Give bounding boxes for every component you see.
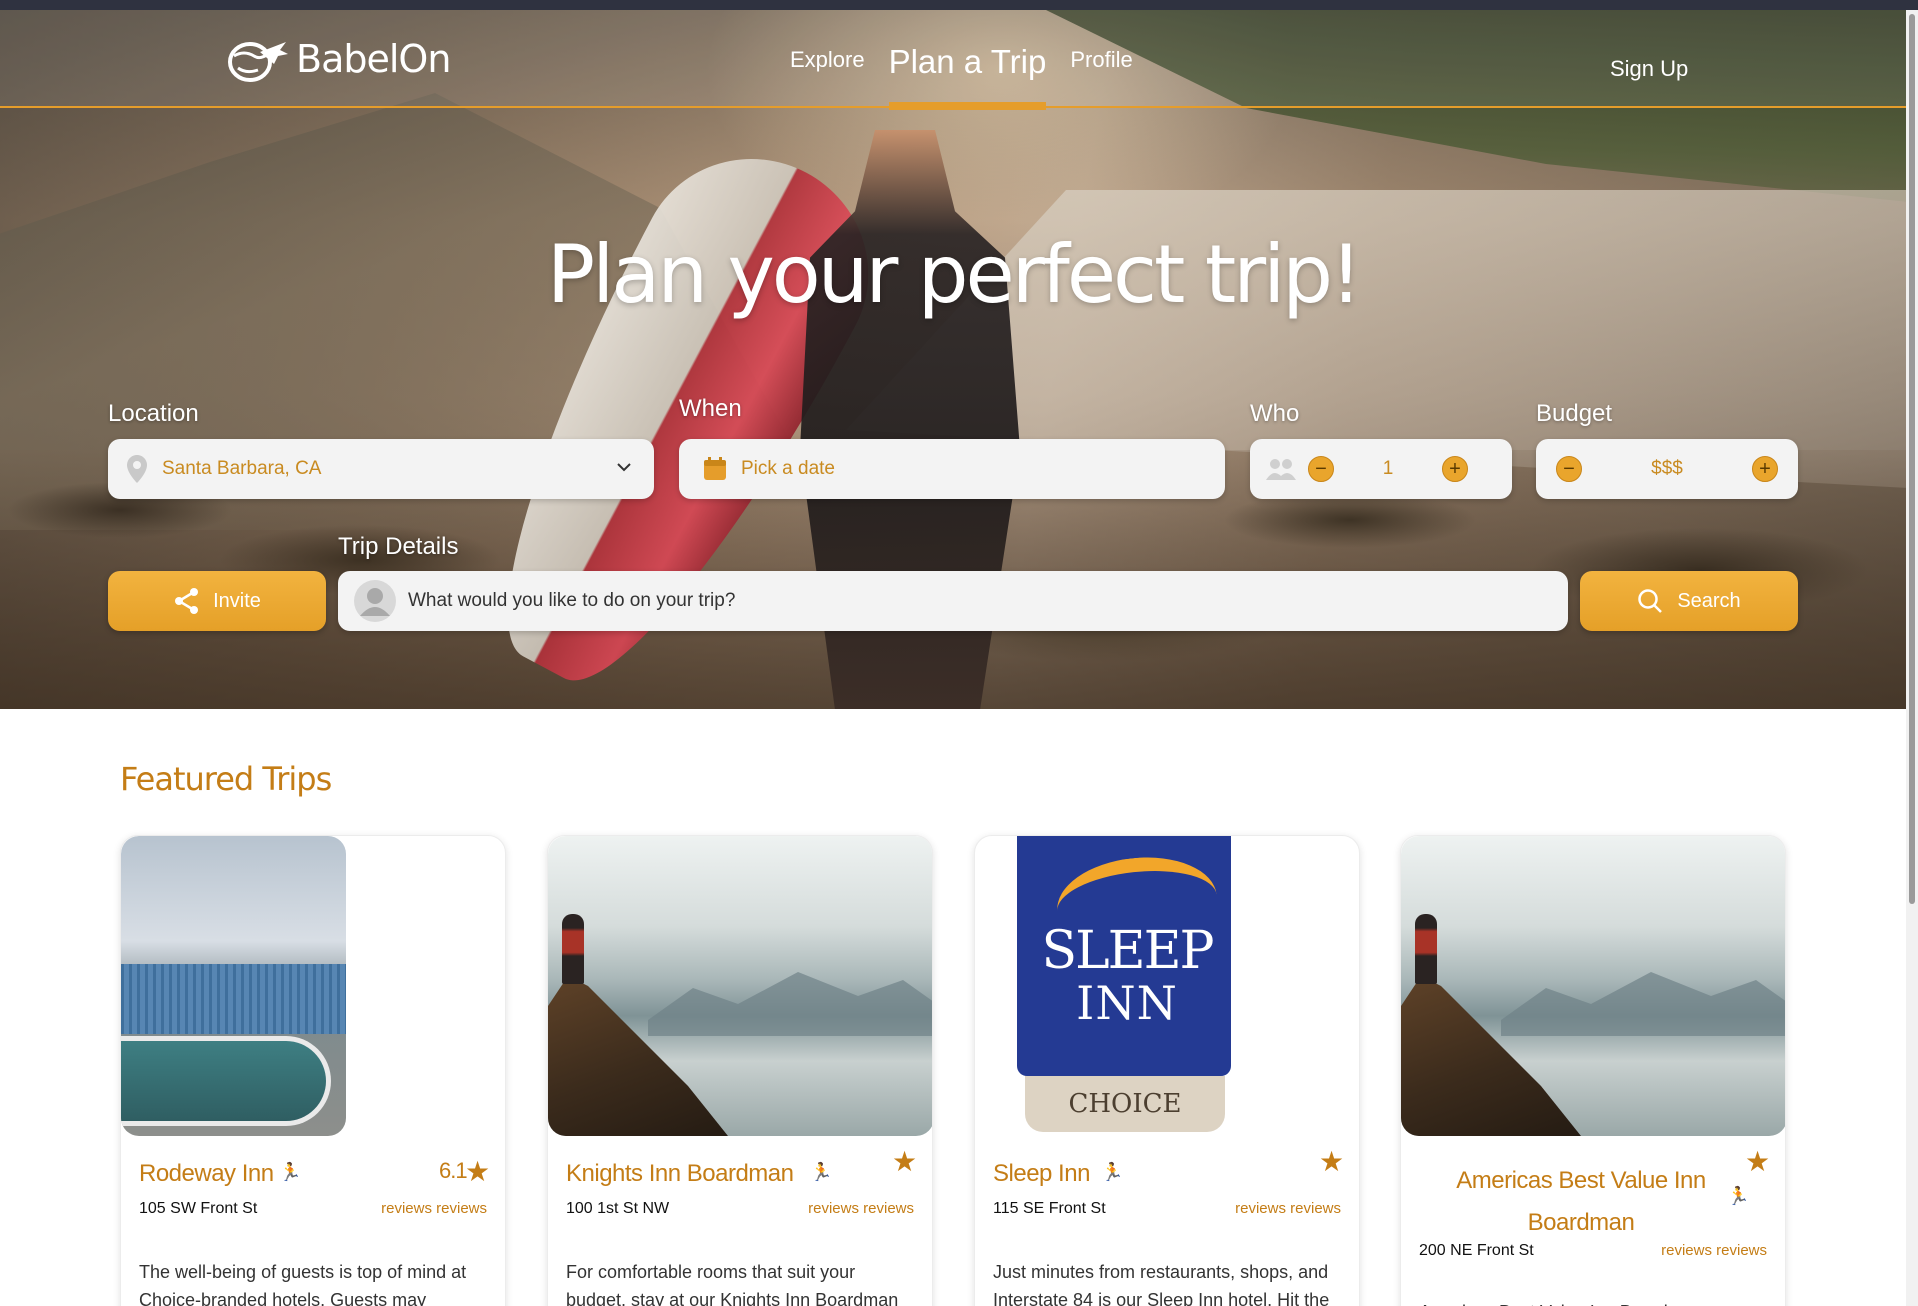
reviews-link[interactable]: reviews reviews bbox=[1661, 1242, 1767, 1259]
nav-plan-a-trip[interactable]: Plan a Trip bbox=[888, 43, 1047, 110]
mountain-image bbox=[548, 836, 932, 1136]
date-placeholder: Pick a date bbox=[741, 458, 835, 479]
sleep-inn-logo-image: SLEEP INN CHOICE bbox=[1017, 836, 1233, 1136]
hotel-name[interactable]: Rodeway Inn bbox=[139, 1160, 274, 1188]
search-button[interactable]: Search bbox=[1580, 571, 1798, 631]
mountain-range bbox=[648, 972, 932, 1036]
pool-image bbox=[121, 836, 346, 1136]
location-label: Location bbox=[108, 400, 199, 427]
budget-label: Budget bbox=[1536, 400, 1613, 427]
trip-card[interactable]: Rodeway Inn 🏃 6.1 ★ 105 SW Front St revi… bbox=[120, 835, 506, 1306]
nav-profile[interactable]: Profile bbox=[1070, 47, 1132, 108]
star-icon: ★ bbox=[465, 1156, 491, 1187]
hotel-address: 100 1st St NW bbox=[566, 1200, 670, 1217]
hiker bbox=[1415, 914, 1437, 984]
hotel-address: 115 SE Front St bbox=[993, 1200, 1106, 1217]
sign-up-link[interactable]: Sign Up bbox=[1610, 56, 1688, 82]
search-icon bbox=[1638, 589, 1663, 613]
star-icon: ★ bbox=[892, 1146, 918, 1177]
hotel-name[interactable]: Knights Inn Boardman bbox=[566, 1160, 794, 1188]
decrease-travelers-button[interactable]: − bbox=[1308, 456, 1334, 482]
increase-budget-button[interactable]: + bbox=[1752, 456, 1778, 482]
browser-top-strip bbox=[0, 0, 1918, 10]
brand-logo[interactable]: BabelOn bbox=[220, 34, 451, 84]
brand-name: BabelOn bbox=[296, 37, 451, 81]
fence bbox=[121, 964, 346, 1034]
who-label: Who bbox=[1250, 400, 1300, 427]
hero-title: Plan your perfect trip! bbox=[546, 228, 1362, 321]
location-select[interactable]: Santa Barbara, CA bbox=[108, 439, 654, 499]
trip-details-placeholder: What would you like to do on your trip? bbox=[408, 590, 736, 611]
increase-travelers-button[interactable]: + bbox=[1442, 456, 1468, 482]
user-avatar-icon bbox=[354, 580, 396, 622]
date-picker[interactable]: Pick a date bbox=[679, 439, 1225, 499]
featured-trips-title: Featured Trips bbox=[120, 760, 332, 798]
hotel-photo: SLEEP INN CHOICE bbox=[1017, 836, 1233, 1136]
trip-details-label: Trip Details bbox=[338, 533, 459, 560]
trip-details-input[interactable]: What would you like to do on your trip? bbox=[338, 571, 1568, 631]
hotel-address: 200 NE Front St bbox=[1419, 1242, 1534, 1259]
hiker bbox=[562, 914, 584, 984]
calendar-icon bbox=[704, 457, 726, 480]
hotel-description: Americas Best Value Inn Boardman bbox=[1419, 1298, 1769, 1306]
invite-button[interactable]: Invite bbox=[108, 571, 326, 631]
invite-label: Invite bbox=[213, 589, 261, 612]
budget-value: $$$ bbox=[1651, 458, 1683, 479]
decrease-budget-button[interactable]: − bbox=[1556, 456, 1582, 482]
nav-links: Explore Plan a Trip Profile bbox=[790, 10, 1157, 110]
travelers-stepper[interactable]: − 1 + bbox=[1250, 439, 1512, 499]
hotel-address: 105 SW Front St bbox=[139, 1200, 258, 1217]
hotel-description: Just minutes from restaurants, shops, an… bbox=[993, 1262, 1330, 1306]
page-scrollbar[interactable] bbox=[1906, 10, 1918, 1306]
trip-card[interactable]: Americas Best Value Inn Boardman 🏃 ★ 200… bbox=[1400, 835, 1786, 1306]
trip-card[interactable]: Knights Inn Boardman 🏃 ★ 100 1st St NW r… bbox=[547, 835, 933, 1306]
logo-choice-hotels: CHOICE bbox=[1025, 1076, 1225, 1132]
hotel-photo bbox=[121, 836, 346, 1136]
travelers-count: 1 bbox=[1382, 458, 1394, 479]
nav-explore[interactable]: Explore bbox=[790, 47, 865, 108]
share-icon bbox=[175, 588, 199, 614]
activity-icon: 🏃 bbox=[810, 1162, 833, 1182]
hotel-photo bbox=[548, 836, 932, 1136]
scrollbar-thumb[interactable] bbox=[1909, 14, 1915, 904]
star-icon: ★ bbox=[1745, 1146, 1771, 1177]
star-icon: ★ bbox=[1319, 1146, 1345, 1177]
logo-word-inn: INN bbox=[1076, 976, 1178, 1030]
trip-card[interactable]: SLEEP INN CHOICE Sleep Inn 🏃 ★ 115 SE Fr… bbox=[974, 835, 1360, 1306]
mountain-image bbox=[1401, 836, 1785, 1136]
globe-plane-icon bbox=[228, 42, 288, 82]
activity-icon: 🏃 bbox=[1101, 1162, 1124, 1182]
location-value: Santa Barbara, CA bbox=[162, 458, 322, 479]
hotel-description: The well-being of guests is top of mind … bbox=[139, 1262, 467, 1306]
people-icon bbox=[1266, 459, 1296, 480]
activity-icon: 🏃 bbox=[1727, 1186, 1750, 1206]
map-pin-icon bbox=[127, 455, 147, 483]
reviews-link[interactable]: reviews reviews bbox=[808, 1200, 914, 1217]
budget-stepper[interactable]: − $$$ + bbox=[1536, 439, 1798, 499]
hotel-rating: 6.1 bbox=[439, 1158, 468, 1183]
chevron-down-icon bbox=[617, 463, 631, 472]
hotel-name[interactable]: Americas Best Value Inn Boardman bbox=[1431, 1160, 1731, 1244]
activity-icon: 🏃 bbox=[279, 1162, 302, 1182]
hotel-description: For comfortable rooms that suit your bud… bbox=[566, 1262, 899, 1306]
hotel-photo bbox=[1401, 836, 1785, 1136]
mountain-range bbox=[1501, 972, 1785, 1036]
when-label: When bbox=[679, 395, 742, 422]
hotel-name[interactable]: Sleep Inn bbox=[993, 1160, 1090, 1188]
reviews-link[interactable]: reviews reviews bbox=[1235, 1200, 1341, 1217]
logo-word-sleep: SLEEP bbox=[1041, 921, 1214, 981]
search-label: Search bbox=[1677, 589, 1741, 612]
pool-water bbox=[121, 1036, 331, 1126]
top-navigation: BabelOn Explore Plan a Trip Profile Sign… bbox=[0, 10, 1906, 110]
reviews-link[interactable]: reviews reviews bbox=[381, 1200, 487, 1217]
